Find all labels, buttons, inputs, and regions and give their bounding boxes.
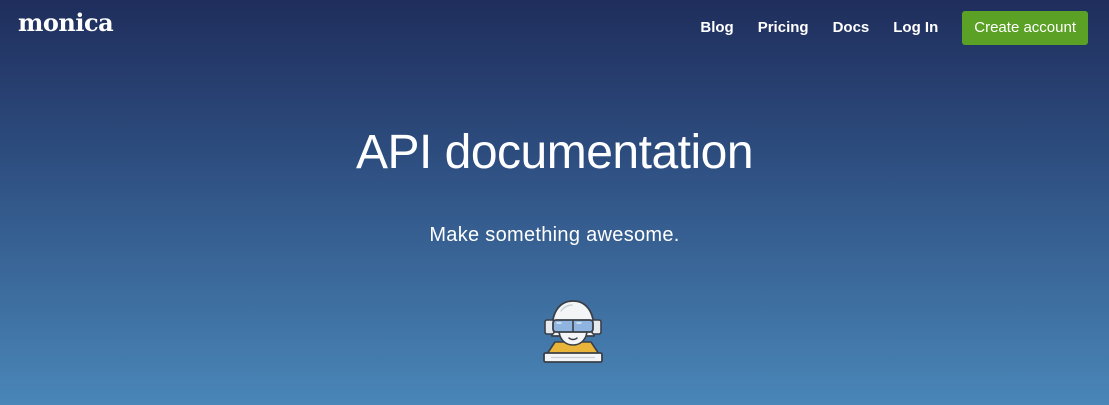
- top-nav: Blog Pricing Docs Log In Create account: [700, 11, 1088, 45]
- nav-link-pricing[interactable]: Pricing: [758, 11, 809, 45]
- hero-section: monica Blog Pricing Docs Log In Create a…: [0, 0, 1109, 405]
- astronaut-with-goggles-icon: [543, 300, 603, 363]
- create-account-button[interactable]: Create account: [962, 11, 1088, 45]
- nav-link-blog[interactable]: Blog: [700, 11, 733, 45]
- nav-link-docs[interactable]: Docs: [833, 11, 870, 45]
- logo[interactable]: monica: [18, 8, 114, 37]
- nav-link-login[interactable]: Log In: [893, 11, 938, 45]
- page-subtitle: Make something awesome.: [429, 224, 680, 246]
- page-title: API documentation: [355, 126, 754, 179]
